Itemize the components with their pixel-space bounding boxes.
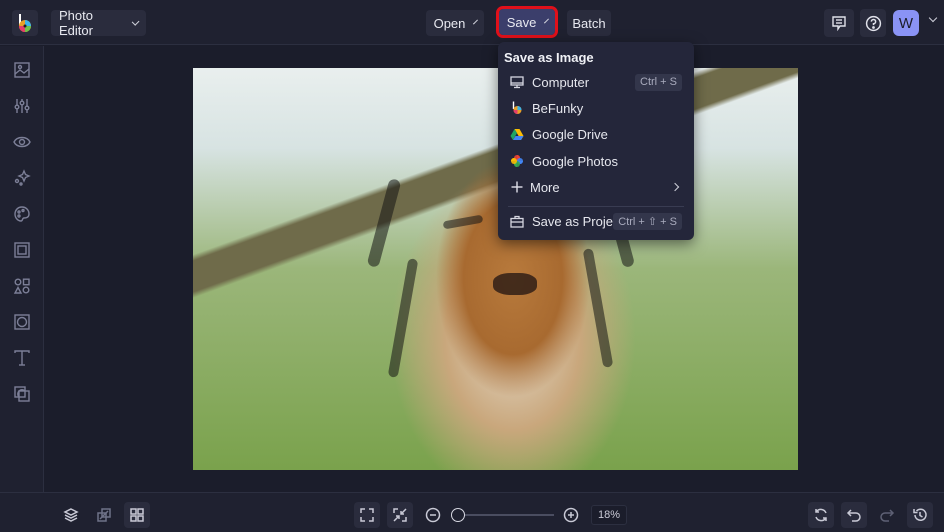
sidebar-item-frames[interactable] [12,240,32,260]
zoom-percentage-field[interactable]: 18% [591,505,627,525]
account-chevron-down-icon[interactable] [928,13,938,23]
actual-size-button[interactable] [387,502,413,528]
frame-icon [14,242,30,258]
history-icon [913,508,927,521]
chevron-down-icon [544,18,550,23]
overlay-icon [14,314,30,330]
sidebar-item-graphics[interactable] [12,276,32,296]
sidebar-item-touch-up[interactable] [12,132,32,152]
avatar-initial: W [898,14,914,32]
undo-icon [846,509,861,522]
zoom-in-button[interactable] [558,502,584,528]
save-to-computer[interactable]: Computer Ctrl + S [498,69,694,95]
google-photos-icon [510,154,524,168]
grid-icon [130,508,144,522]
save-button[interactable]: Save [496,6,558,38]
textures-icon [14,386,30,402]
save-to-google-photos[interactable]: Google Photos [498,148,694,174]
compare-button[interactable] [91,502,117,528]
sidebar-item-textures[interactable] [12,384,32,404]
zoom-slider-handle[interactable] [451,508,465,522]
shrink-icon [393,508,407,522]
sidebar-item-edit[interactable] [12,60,32,80]
help-icon [865,15,881,31]
zoom-out-button[interactable] [420,502,446,528]
sidebar-item-effects[interactable] [12,168,32,188]
befunky-logo-button[interactable] [12,10,38,36]
app-menu-dropdown[interactable]: Photo Editor [51,8,146,38]
menu-divider [508,206,684,207]
palette-icon [14,206,30,222]
chevron-down-icon [473,19,479,24]
chevron-down-icon [131,17,140,26]
menu-item-label: Google Photos [532,153,619,169]
menu-item-label: Google Drive [532,126,608,142]
zoom-slider-track[interactable] [458,514,554,516]
tiger-photo[interactable] [193,68,798,470]
befunky-icon [510,101,524,115]
save-to-befunky[interactable]: BeFunky [498,95,694,121]
batch-label: Batch [572,15,606,31]
google-drive-icon [510,127,524,141]
sliders-icon [14,99,30,113]
feedback-button[interactable] [824,9,854,37]
help-button[interactable] [860,9,886,37]
bottom-toolbar: 18% [0,492,944,532]
redo-icon [880,509,895,522]
menu-item-label: More [530,179,560,195]
keyboard-shortcut: Ctrl + ⇧ + S [613,212,682,230]
sidebar-item-overlays[interactable] [12,312,32,332]
menu-item-label: Computer [532,74,590,90]
save-menu-title: Save as Image [504,50,594,65]
eye-icon [13,136,31,148]
comment-icon [832,16,846,31]
zoom-in-icon [563,507,579,523]
chevron-right-icon [670,182,680,192]
befunky-logo-icon [19,14,31,32]
plus-icon [510,180,524,194]
zoom-out-icon [425,507,441,523]
save-to-google-drive[interactable]: Google Drive [498,121,694,147]
top-bar: Photo Editor Open Save Batch W [0,0,944,45]
fit-to-screen-button[interactable] [354,502,380,528]
shapes-icon [13,278,30,294]
history-button[interactable] [907,502,933,528]
save-dropdown-menu: Save as Image Computer Ctrl + S BeFunky … [498,42,694,240]
sidebar-item-adjust[interactable] [12,96,32,116]
redo-button[interactable] [874,502,900,528]
grid-view-button[interactable] [124,502,150,528]
user-avatar[interactable]: W [893,10,919,36]
sidebar-item-text[interactable] [12,348,32,368]
keyboard-shortcut: Ctrl + S [635,73,682,91]
menu-item-label: BeFunky [532,100,584,116]
menu-item-label: Save as Project [532,213,624,229]
sparkles-icon [14,169,31,186]
tool-sidebar [0,46,44,492]
image-icon [14,62,30,78]
save-as-project[interactable]: Save as Project Ctrl + ⇧ + S [498,208,694,234]
more-save-options[interactable]: More [498,174,694,200]
layers-icon [63,508,79,522]
open-button[interactable]: Open [426,10,484,36]
batch-button[interactable]: Batch [567,10,611,36]
refresh-icon [815,508,827,522]
app-menu-label: Photo Editor [59,8,93,38]
layers-button[interactable] [58,502,84,528]
briefcase-icon [510,214,524,228]
save-label: Save [506,14,537,30]
reset-button[interactable] [808,502,834,528]
open-label: Open [433,15,466,31]
fullscreen-icon [360,508,374,522]
sidebar-item-artsy[interactable] [12,204,32,224]
undo-button[interactable] [841,502,867,528]
compare-icon [97,508,111,522]
text-icon [14,350,30,366]
monitor-icon [510,75,524,89]
